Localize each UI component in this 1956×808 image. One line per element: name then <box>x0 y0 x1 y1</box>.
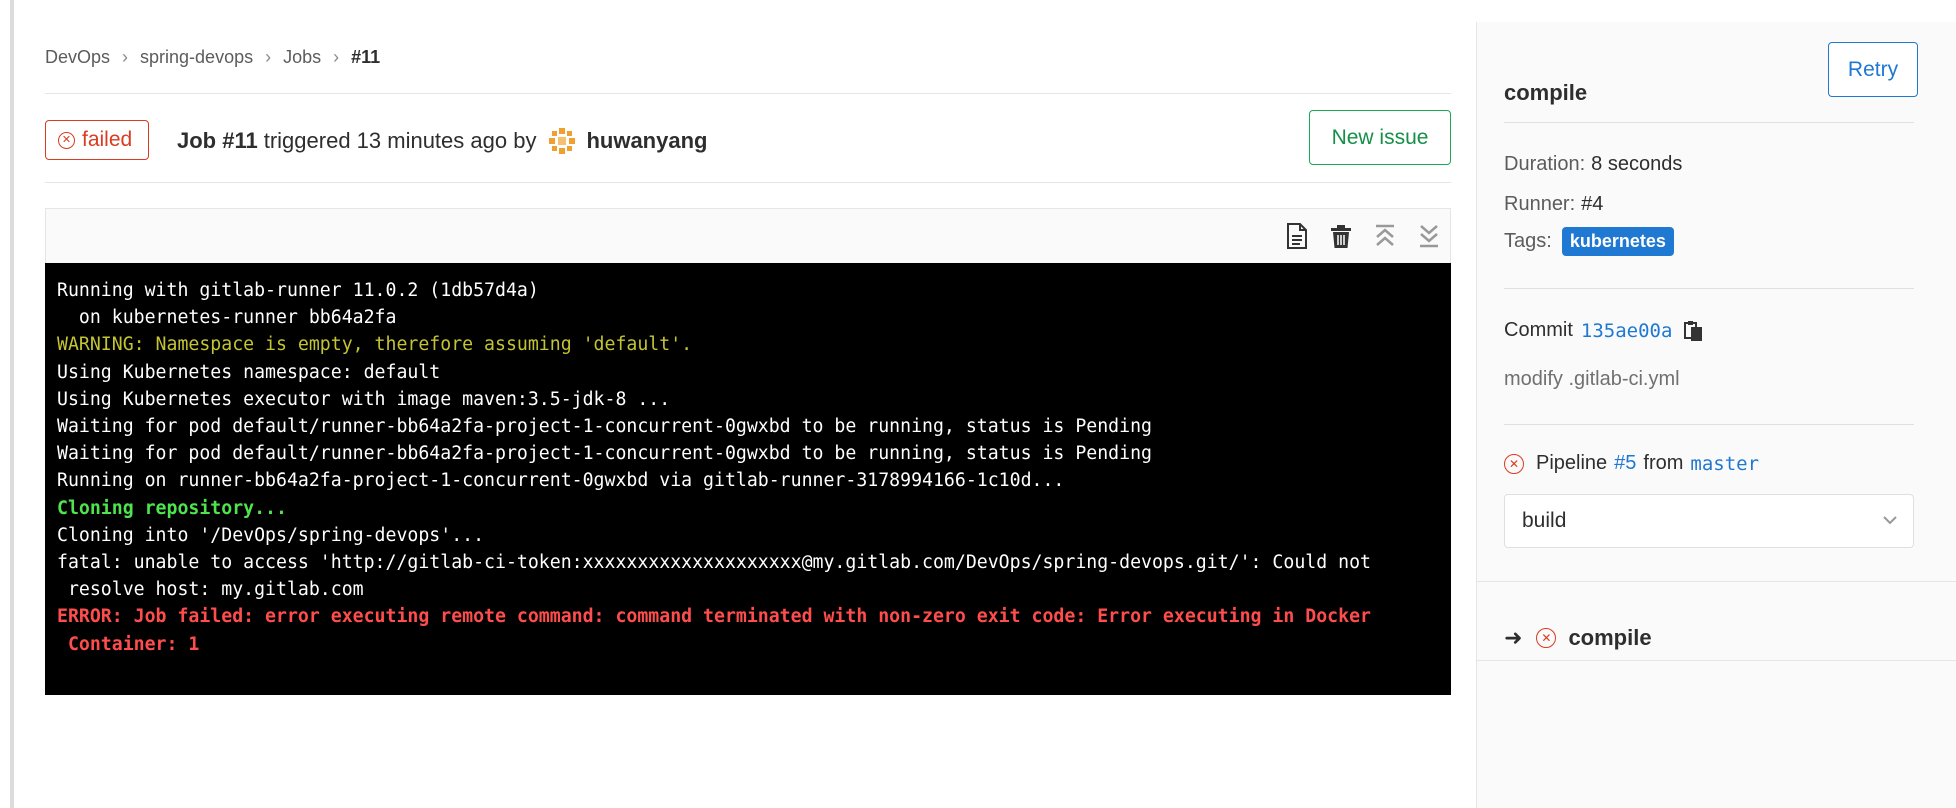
breadcrumb-separator-icon: › <box>333 46 340 67</box>
sidebar-jobs-divider <box>1477 581 1956 582</box>
log-line: Running on runner-bb64a2fa-project-1-con… <box>57 470 1065 492</box>
sidebar-divider <box>1504 424 1914 425</box>
duration-label: Duration: <box>1504 153 1586 175</box>
failed-status-icon: ✕ <box>58 131 75 149</box>
erase-log-icon[interactable] <box>1330 223 1352 249</box>
job-log-output: Running with gitlab-runner 11.0.2 (1db57… <box>45 263 1451 695</box>
chevron-down-icon <box>1883 516 1897 525</box>
runner-row: Runner: #4 <box>1504 193 1603 216</box>
status-badge-label: failed <box>82 128 133 151</box>
from-label: from <box>1643 452 1684 474</box>
breadcrumb-current-job[interactable]: #11 <box>351 47 380 68</box>
log-toolbar <box>45 208 1451 263</box>
breadcrumb-separator-icon: › <box>265 46 272 67</box>
commit-message: modify .gitlab-ci.yml <box>1504 368 1680 390</box>
status-badge[interactable]: ✕ failed <box>45 120 150 160</box>
header-divider <box>45 93 1451 94</box>
log-line: fatal: unable to access 'http://gitlab-c… <box>57 552 1371 574</box>
pipeline-link[interactable]: #5 <box>1614 452 1636 475</box>
pipeline-label: Pipeline <box>1536 452 1608 474</box>
breadcrumb: DevOps › spring-devops › Jobs › #11 <box>45 44 380 70</box>
commit-sha-link[interactable]: 135ae00a <box>1581 320 1673 342</box>
stage-select[interactable]: build <box>1504 494 1914 548</box>
sidebar-job-name: compile <box>1504 80 1588 105</box>
commit-message-row: modify .gitlab-ci.yml <box>1504 368 1680 391</box>
header-bottom-divider <box>45 182 1451 183</box>
tags-label: Tags: <box>1504 230 1552 252</box>
sidebar-job-item-label: compile <box>1568 625 1652 650</box>
page-left-border <box>10 0 14 808</box>
job-title: Job #11 <box>177 128 258 153</box>
scroll-bottom-icon[interactable] <box>1418 223 1440 249</box>
log-line: Container: 1 <box>57 633 200 655</box>
sidebar-jobs-divider <box>1477 660 1956 661</box>
tag-badge: kubernetes <box>1561 227 1674 256</box>
sidebar-divider <box>1504 122 1914 123</box>
commit-row: Commit 135ae00a <box>1504 319 1704 342</box>
branch-link[interactable]: master <box>1690 453 1759 475</box>
current-job-arrow-icon: ➜ <box>1504 625 1523 650</box>
duration-row: Duration: 8 seconds <box>1504 153 1682 176</box>
log-line: resolve host: my.gitlab.com <box>57 579 364 601</box>
log-line: Using Kubernetes executor with image mav… <box>57 388 671 410</box>
breadcrumb-spring-devops[interactable]: spring-devops <box>140 47 253 68</box>
log-line: Waiting for pod default/runner-bb64a2fa-… <box>57 443 1152 465</box>
job-sidebar: compile Retry Duration: 8 seconds Runner… <box>1476 22 1956 808</box>
commit-label: Commit <box>1504 319 1573 341</box>
log-line: Using Kubernetes namespace: default <box>57 361 441 383</box>
avatar[interactable] <box>548 127 577 155</box>
log-line: Cloning into '/DevOps/spring-devops'... <box>57 524 485 546</box>
job-main-panel: DevOps › spring-devops › Jobs › #11 ✕ fa… <box>45 0 1451 808</box>
retry-button[interactable]: Retry <box>1828 42 1918 97</box>
job-triggered-text: triggered 13 minutes ago by <box>263 128 537 153</box>
log-line: Cloning repository... <box>57 497 287 519</box>
log-line: Running with gitlab-runner 11.0.2 (1db57… <box>57 280 539 301</box>
pipeline-failed-icon: ✕ <box>1504 453 1524 474</box>
scroll-top-icon[interactable] <box>1374 223 1396 249</box>
log-line: WARNING: Namespace is empty, therefore a… <box>57 334 693 356</box>
new-issue-button[interactable]: New issue <box>1309 110 1451 165</box>
pipeline-row: ✕ Pipeline #5 from master <box>1504 452 1759 475</box>
sidebar-job-item[interactable]: ➜ ✕ compile <box>1504 625 1652 651</box>
breadcrumb-jobs[interactable]: Jobs <box>283 47 321 68</box>
raw-log-icon[interactable] <box>1286 223 1308 249</box>
runner-label: Runner: <box>1504 193 1576 215</box>
log-line: on kubernetes-runner bb64a2fa <box>57 307 397 329</box>
runner-value: #4 <box>1581 193 1604 215</box>
job-failed-icon: ✕ <box>1536 628 1557 648</box>
duration-value: 8 seconds <box>1591 153 1683 175</box>
breadcrumb-devops[interactable]: DevOps <box>45 47 110 68</box>
sidebar-divider <box>1504 288 1914 289</box>
job-summary: Job #11 triggered 13 minutes ago by huwa… <box>177 126 707 156</box>
log-line: Waiting for pod default/runner-bb64a2fa-… <box>57 416 1152 438</box>
breadcrumb-separator-icon: › <box>122 46 129 67</box>
copy-commit-icon[interactable] <box>1684 320 1704 342</box>
log-line: ERROR: Job failed: error executing remot… <box>57 606 1371 628</box>
job-user-link[interactable]: huwanyang <box>586 128 707 154</box>
stage-select-value: build <box>1522 509 1567 532</box>
tags-row: Tags: kubernetes <box>1504 227 1674 256</box>
